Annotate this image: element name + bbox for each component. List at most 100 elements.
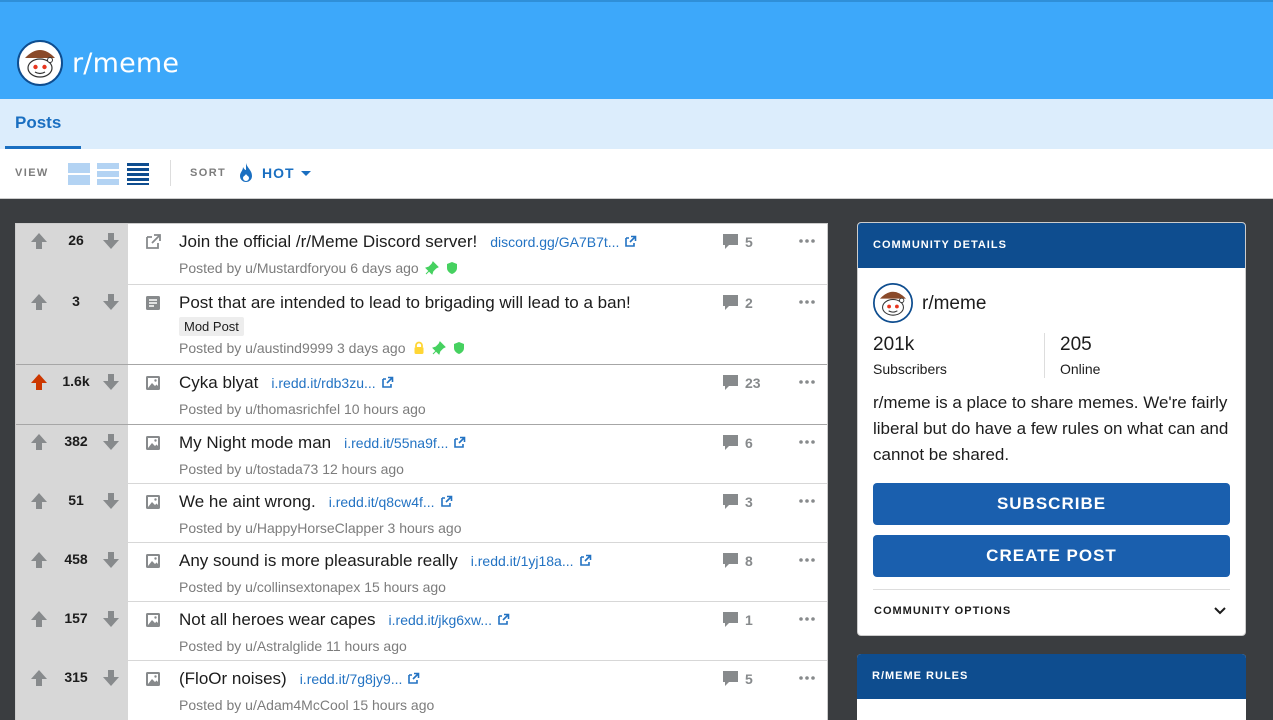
post-title[interactable]: We he aint wrong. i.redd.it/q8cw4f... [179, 492, 453, 512]
sort-dropdown[interactable]: HOT [262, 165, 295, 181]
post-row[interactable]: 382 My Night mode man i.redd.it/55na9f...… [16, 425, 827, 484]
post-row[interactable]: 3 Post that are intended to lead to brig… [16, 285, 827, 365]
upvote-arrow-icon[interactable] [30, 551, 48, 569]
vote-column: 315 [16, 661, 128, 720]
vote-score: 1.6k [62, 373, 90, 389]
upvote-arrow-icon[interactable] [30, 610, 48, 628]
subscriber-count: 201k [873, 334, 915, 355]
post-meta: Posted by u/Astralglide 11 hours ago [179, 638, 407, 654]
comment-count[interactable]: 6 [722, 434, 753, 451]
more-options-icon[interactable] [798, 373, 816, 391]
post-title[interactable]: Post that are intended to lead to brigad… [179, 293, 631, 313]
external-link-icon[interactable] [381, 376, 394, 389]
comment-count[interactable]: 5 [722, 233, 753, 250]
post-link[interactable]: i.redd.it/rdb3zu... [271, 375, 375, 391]
downvote-arrow-icon[interactable] [102, 610, 120, 628]
post-row[interactable]: 315 (FloOr noises) i.redd.it/7g8jy9... Po… [16, 661, 827, 720]
downvote-arrow-icon[interactable] [102, 492, 120, 510]
post-title[interactable]: Any sound is more pleasurable really i.re… [179, 551, 592, 571]
downvote-arrow-icon[interactable] [102, 669, 120, 687]
vote-column: 458 [16, 543, 128, 601]
more-options-icon[interactable] [798, 551, 816, 569]
post-title[interactable]: Join the official /r/Meme Discord server… [179, 232, 637, 252]
post-row[interactable]: 458 Any sound is more pleasurable really… [16, 543, 827, 602]
more-options-icon[interactable] [798, 433, 816, 451]
upvote-arrow-icon[interactable] [30, 669, 48, 687]
classic-view-icon[interactable] [97, 163, 119, 185]
post-meta: Posted by u/HappyHorseClapper 3 hours ag… [179, 520, 462, 536]
upvote-arrow-icon[interactable] [30, 232, 48, 250]
post-link[interactable]: i.redd.it/1yj18a... [471, 553, 574, 569]
external-link-icon[interactable] [407, 672, 420, 685]
post-link[interactable]: i.redd.it/q8cw4f... [329, 494, 435, 510]
downvote-arrow-icon[interactable] [102, 373, 120, 391]
stat-divider [1044, 333, 1045, 378]
chevron-down-icon[interactable] [301, 171, 311, 176]
compact-view-icon[interactable] [127, 163, 149, 185]
comment-count[interactable]: 23 [722, 374, 761, 391]
more-options-icon[interactable] [798, 293, 816, 311]
tab-posts[interactable]: Posts [5, 99, 82, 149]
image-post-icon [146, 554, 160, 568]
post-link[interactable]: i.redd.it/55na9f... [344, 435, 448, 451]
shield-icon [453, 342, 464, 354]
comment-icon [723, 553, 738, 568]
snoo-avatar-icon[interactable] [17, 40, 63, 86]
external-link-icon[interactable] [440, 495, 453, 508]
vote-score: 458 [64, 551, 88, 567]
post-link[interactable]: discord.gg/GA7B7t... [490, 234, 619, 250]
post-link[interactable]: i.redd.it/jkg6xw... [389, 612, 493, 628]
downvote-arrow-icon[interactable] [102, 232, 120, 250]
post-flair: Mod Post [179, 317, 244, 336]
post-row[interactable]: 26 Join the official /r/Meme Discord ser… [16, 224, 827, 285]
comment-icon [723, 375, 738, 390]
post-row[interactable]: 1.6k Cyka blyat i.redd.it/rdb3zu... Poste… [16, 365, 827, 425]
snoo-avatar-icon[interactable] [873, 283, 913, 323]
post-row[interactable]: 157 Not all heroes wear capes i.redd.it/j… [16, 602, 827, 661]
more-options-icon[interactable] [798, 492, 816, 510]
vote-column: 26 [16, 224, 128, 284]
upvote-arrow-icon[interactable] [30, 492, 48, 510]
vote-score: 26 [68, 232, 84, 248]
vote-column: 382 [16, 425, 128, 483]
post-title[interactable]: Not all heroes wear capes i.redd.it/jkg6x… [179, 610, 510, 630]
more-options-icon[interactable] [798, 232, 816, 250]
subreddit-title: r/meme [72, 48, 180, 79]
online-label: Online [1060, 361, 1101, 377]
toolbar-divider [170, 160, 171, 186]
post-title[interactable]: Cyka blyat i.redd.it/rdb3zu... [179, 373, 394, 393]
community-options-label: COMMUNITY OPTIONS [874, 605, 1012, 617]
post-row[interactable]: 51 We he aint wrong. i.redd.it/q8cw4f... … [16, 484, 827, 543]
comment-count[interactable]: 2 [722, 294, 753, 311]
downvote-arrow-icon[interactable] [102, 293, 120, 311]
community-options-toggle[interactable]: COMMUNITY OPTIONS [873, 589, 1230, 631]
downvote-arrow-icon[interactable] [102, 551, 120, 569]
post-meta: Posted by u/thomasrichfel 10 hours ago [179, 401, 426, 417]
community-name[interactable]: r/meme [922, 293, 986, 315]
comment-count[interactable]: 3 [722, 493, 753, 510]
external-link-icon[interactable] [624, 235, 637, 248]
downvote-arrow-icon[interactable] [102, 433, 120, 451]
tab-posts-label: Posts [15, 113, 62, 132]
post-meta: Posted by u/Mustardforyou 6 days ago [179, 260, 459, 276]
post-meta: Posted by u/austind9999 3 days ago [179, 340, 466, 356]
upvote-arrow-icon[interactable] [30, 373, 48, 391]
subscribe-button[interactable]: SUBSCRIBE [873, 483, 1230, 525]
online-count: 205 [1060, 334, 1092, 355]
comment-count[interactable]: 5 [722, 670, 753, 687]
comment-count[interactable]: 1 [722, 611, 753, 628]
create-post-button[interactable]: CREATE POST [873, 535, 1230, 577]
post-title[interactable]: My Night mode man i.redd.it/55na9f... [179, 433, 466, 453]
flame-icon[interactable] [238, 163, 254, 183]
card-view-icon[interactable] [68, 163, 90, 185]
more-options-icon[interactable] [798, 669, 816, 687]
upvote-arrow-icon[interactable] [30, 433, 48, 451]
post-link[interactable]: i.redd.it/7g8jy9... [300, 671, 403, 687]
comment-count[interactable]: 8 [722, 552, 753, 569]
external-link-icon[interactable] [579, 554, 592, 567]
upvote-arrow-icon[interactable] [30, 293, 48, 311]
external-link-icon[interactable] [497, 613, 510, 626]
external-link-icon[interactable] [453, 436, 466, 449]
more-options-icon[interactable] [798, 610, 816, 628]
post-title[interactable]: (FloOr noises) i.redd.it/7g8jy9... [179, 669, 420, 689]
